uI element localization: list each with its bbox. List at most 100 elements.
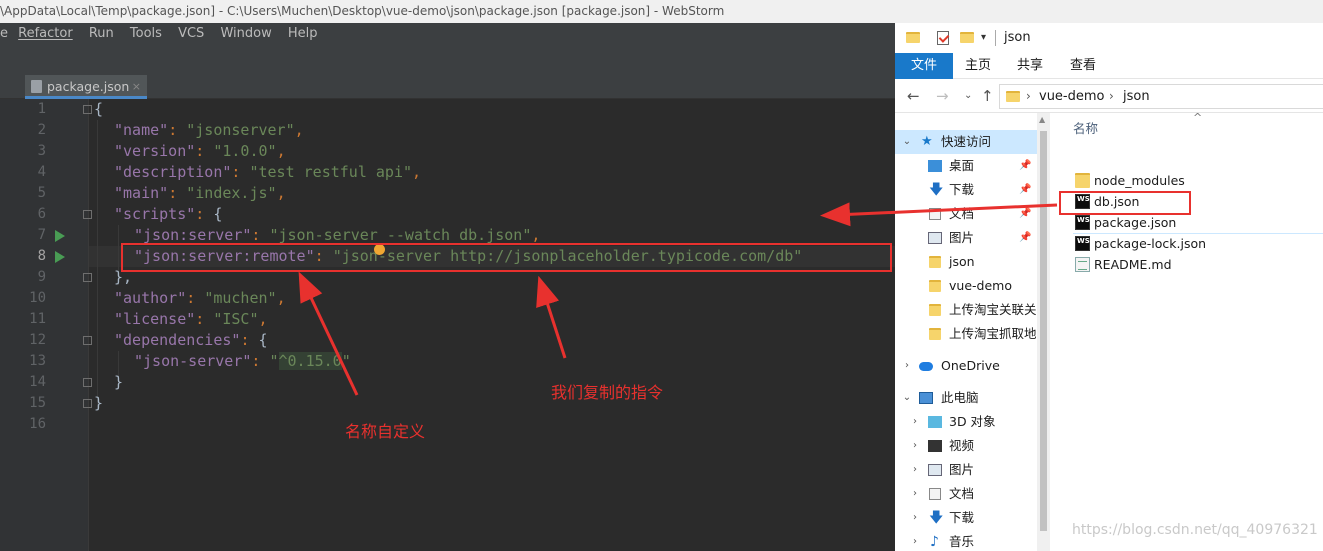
close-tab-icon[interactable]: × (132, 75, 141, 99)
pin-icon[interactable]: 📌 (1019, 154, 1031, 178)
menu-item-run[interactable]: Run (89, 26, 114, 41)
nav-pc-videos[interactable]: › 视频 (895, 434, 1037, 458)
code-text: "description": "test restful api", (114, 163, 422, 181)
menu-item-refactor[interactable]: Refactor (18, 26, 73, 41)
nav-label: 上传淘宝抓取地: (949, 326, 1037, 341)
scroll-up-icon[interactable]: ▲ (1039, 115, 1045, 124)
fold-icon[interactable] (83, 378, 92, 387)
nav-label: 3D 对象 (949, 414, 996, 429)
fold-icon[interactable] (83, 273, 92, 282)
pin-icon[interactable]: 📌 (1019, 226, 1031, 250)
nav-pc-music[interactable]: › ♪ 音乐 (895, 530, 1037, 551)
code-line: 3 "version": "1.0.0", (0, 141, 895, 162)
ribbon-tab-home[interactable]: 主页 (953, 53, 1003, 79)
computer-icon (919, 392, 933, 404)
video-icon (928, 440, 942, 452)
pin-icon[interactable]: 📌 (1019, 178, 1031, 202)
menu-item-edit[interactable]: e (0, 26, 8, 41)
code-text: "author": "muchen", (114, 289, 286, 307)
ribbon-tabs: 文件 主页 共享 查看 (895, 53, 1323, 79)
file-row[interactable]: README.md (1073, 254, 1323, 275)
chevron-right-icon[interactable]: › (909, 482, 921, 506)
code-line: 12 "dependencies": { (0, 330, 895, 351)
chevron-right-icon[interactable]: › (909, 410, 921, 434)
json-value: "ISC" (213, 310, 259, 328)
forward-arrow-icon[interactable]: → (936, 87, 949, 105)
nav-pc-pictures[interactable]: › 图片 (895, 458, 1037, 482)
document-icon (929, 208, 941, 220)
breadcrumb-vue-demo[interactable]: vue-demo (1039, 85, 1105, 108)
up-arrow-icon[interactable]: ↑ (981, 87, 994, 105)
document-icon (929, 488, 941, 500)
run-script-icon[interactable] (55, 230, 65, 242)
nav-item-downloads[interactable]: 🡇 下载 📌 (895, 178, 1037, 202)
chevron-right-icon[interactable]: › (901, 354, 913, 378)
chevron-right-icon[interactable]: › (909, 458, 921, 482)
nav-onedrive[interactable]: › OneDrive (895, 354, 1037, 378)
nav-pc-downloads[interactable]: › 🡇 下载 (895, 506, 1037, 530)
file-row[interactable]: package-lock.json (1073, 233, 1323, 254)
nav-this-pc[interactable]: ⌄ 此电脑 (895, 386, 1037, 410)
line-number: 7 (37, 227, 46, 243)
json-key: "license" (114, 310, 196, 328)
highlight-box-package-json (1059, 191, 1191, 215)
run-script-icon[interactable] (55, 251, 65, 263)
json-file-icon (31, 80, 42, 93)
nav-item-documents[interactable]: 文档 📌 (895, 202, 1037, 226)
json-quote: " (341, 352, 351, 370)
sort-ascending-icon: ^ (1193, 111, 1203, 124)
chevron-right-icon[interactable]: › (909, 434, 921, 458)
nav-item-pictures[interactable]: 图片 📌 (895, 226, 1037, 250)
nav-item-json[interactable]: json (895, 250, 1037, 274)
code-line: 15 } (0, 393, 895, 414)
navigation-scrollbar[interactable]: ▲ (1037, 113, 1050, 551)
nav-item-vue-demo[interactable]: vue-demo (895, 274, 1037, 298)
ribbon-tab-share[interactable]: 共享 (1005, 53, 1055, 79)
chevron-down-icon[interactable]: ⌄ (901, 386, 913, 410)
window-title: \AppData\Local\Temp\package.json] - C:\U… (0, 4, 725, 18)
nav-item-folder[interactable]: 上传淘宝关联关 (895, 298, 1037, 322)
json-key: "main" (114, 184, 169, 202)
json-key: "json-server" (134, 352, 252, 370)
back-arrow-icon[interactable]: ← (907, 87, 920, 105)
fold-icon[interactable] (83, 336, 92, 345)
menu-item-vcs[interactable]: VCS (178, 26, 204, 41)
ribbon-tab-view[interactable]: 查看 (1058, 53, 1108, 79)
new-folder-icon[interactable] (960, 32, 974, 43)
json-key: "author" (114, 289, 187, 307)
breadcrumb-json[interactable]: json (1123, 85, 1150, 108)
scrollbar-thumb[interactable] (1040, 131, 1047, 531)
address-bar[interactable]: › vue-demo › json (999, 84, 1323, 109)
fold-icon[interactable] (83, 105, 92, 114)
chevron-right-icon[interactable]: › (909, 530, 921, 551)
line-number: 5 (37, 185, 46, 201)
line-number: 8 (37, 248, 46, 264)
chevron-down-icon[interactable]: ⌄ (901, 130, 913, 154)
fold-icon[interactable] (83, 399, 92, 408)
menu-item-window[interactable]: Window (220, 26, 271, 41)
address-bar-row: ← → ⌄ ↑ › vue-demo › json (895, 80, 1323, 113)
editor-tab-package-json[interactable]: package.json × (25, 75, 147, 99)
file-row-selected[interactable]: package.json (1073, 212, 1323, 233)
code-line: 11 "license": "ISC", (0, 309, 895, 330)
ribbon-tab-file[interactable]: 文件 (895, 53, 953, 79)
properties-icon[interactable] (937, 31, 949, 45)
nav-label: 下载 (949, 510, 975, 525)
column-header-name[interactable]: 名称 (1073, 118, 1098, 137)
menu-item-help[interactable]: Help (288, 26, 318, 41)
nav-item-desktop[interactable]: 桌面 📌 (895, 154, 1037, 178)
chevron-right-icon[interactable]: › (909, 506, 921, 530)
fold-icon[interactable] (83, 210, 92, 219)
nav-pc-3d-objects[interactable]: › 3D 对象 (895, 410, 1037, 434)
file-row[interactable]: node_modules (1073, 170, 1323, 191)
line-number: 4 (37, 164, 46, 180)
menu-item-tools[interactable]: Tools (130, 26, 162, 41)
nav-pc-documents[interactable]: › 文档 (895, 482, 1037, 506)
pin-icon[interactable]: 📌 (1019, 202, 1031, 226)
nav-quick-access[interactable]: ⌄ ★ 快速访问 (895, 130, 1037, 154)
annotation-name-custom: 名称自定义 (345, 422, 426, 441)
nav-item-folder[interactable]: 上传淘宝抓取地: (895, 322, 1037, 346)
recent-locations-chevron-icon[interactable]: ⌄ (964, 90, 972, 101)
quick-access-dropdown-icon[interactable]: ▾ (981, 23, 986, 53)
folder-icon (1006, 91, 1020, 102)
